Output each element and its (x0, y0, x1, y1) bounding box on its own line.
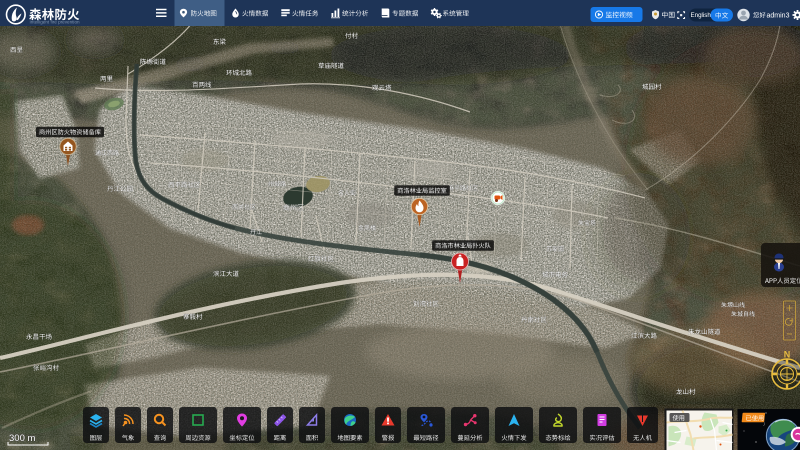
svg-text:300 m: 300 m (9, 433, 35, 444)
svg-text:admin3: admin3 (767, 12, 790, 19)
svg-text:N: N (784, 350, 791, 360)
svg-text:English: English (691, 12, 712, 19)
svg-text:Intelligent fire prevention: Intelligent fire prevention (30, 20, 80, 25)
